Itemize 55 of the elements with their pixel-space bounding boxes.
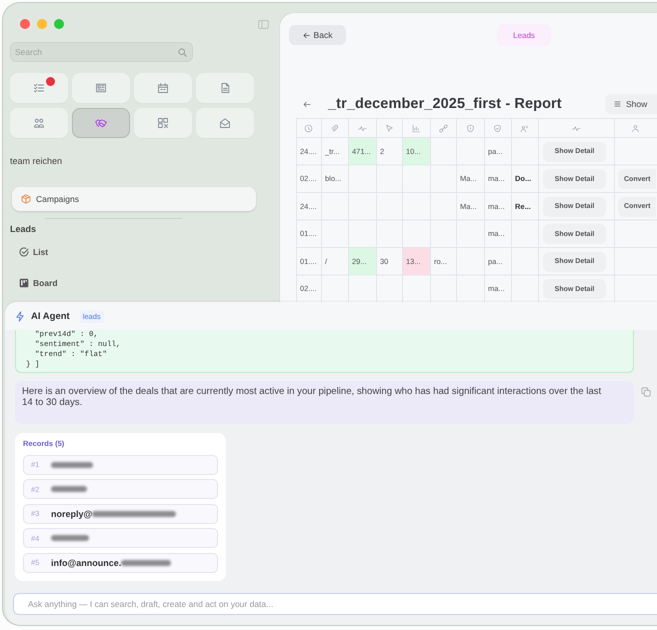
board-icon	[19, 278, 29, 288]
checklist-icon	[33, 82, 45, 94]
people-tile-button[interactable]	[10, 108, 68, 138]
people-icon	[33, 117, 45, 129]
paperclip-icon	[330, 124, 339, 132]
bar-chart-icon	[412, 124, 420, 132]
nav-item[interactable]: List	[10, 241, 48, 263]
copy-icon[interactable]	[641, 387, 651, 397]
open-envelope-icon	[219, 117, 231, 129]
record-name: noreply@	[51, 508, 92, 518]
grid-remove-icon	[157, 117, 169, 129]
checklist-tile-button[interactable]	[10, 73, 68, 103]
back-arrow-icon	[302, 32, 310, 38]
calendar-tile-button[interactable]	[134, 73, 192, 103]
search-field[interactable]: Search	[10, 42, 193, 62]
person-icon	[520, 124, 529, 132]
section-title: Leads	[10, 223, 36, 235]
sidebar-toggle-icon[interactable]	[258, 20, 269, 28]
activity-icon	[572, 124, 580, 132]
id-card-icon	[95, 82, 107, 94]
agent-title: AI Agent	[31, 310, 70, 322]
activity-icon	[358, 124, 366, 132]
workspace-name: team reichen	[10, 156, 62, 167]
show-columns-button[interactable]: Show	[605, 94, 657, 114]
assistant-message: Here is an overview of the deals that are currently most active in your pipeline, showing who has had significant interactions over the last 14 to 30 days.	[15, 381, 634, 424]
check-circle-icon	[19, 247, 29, 257]
shield-icon	[493, 124, 502, 132]
handshake-tile-button[interactable]	[72, 108, 130, 138]
window-maximize-icon[interactable]	[54, 19, 64, 29]
shield-icon	[466, 124, 474, 132]
document-icon	[219, 82, 231, 94]
grid-tile-button[interactable]	[134, 108, 192, 138]
nav-item[interactable]: Board	[10, 272, 58, 294]
cube-icon	[21, 194, 31, 204]
list-icon	[614, 101, 621, 107]
back-arrow-icon[interactable]	[303, 100, 311, 108]
person-icon	[630, 124, 640, 132]
card-tile-button[interactable]	[72, 73, 130, 103]
clock-icon	[304, 124, 313, 132]
campaigns-nav-item[interactable]: Campaigns	[12, 187, 256, 211]
cursor-icon	[384, 124, 394, 132]
record-name: info@announce.	[51, 558, 122, 568]
document-tile-button[interactable]	[196, 73, 254, 103]
envelope-tile-button[interactable]	[196, 108, 254, 138]
search-icon	[178, 48, 187, 56]
lightning-icon	[15, 310, 25, 322]
chain-link-icon	[438, 124, 448, 132]
back-button[interactable]: Back	[289, 25, 346, 45]
calendar-icon	[157, 82, 169, 94]
window-close-icon[interactable]	[20, 19, 30, 29]
report-title: _tr_december_2025_first - Report	[328, 96, 562, 112]
window-minimize-icon[interactable]	[37, 19, 47, 29]
chat-input-field[interactable]: Ask anything — I can search, draft, create and act on your data...	[13, 593, 657, 615]
module-badge: Leads	[497, 24, 551, 46]
handshake-icon	[95, 117, 107, 129]
